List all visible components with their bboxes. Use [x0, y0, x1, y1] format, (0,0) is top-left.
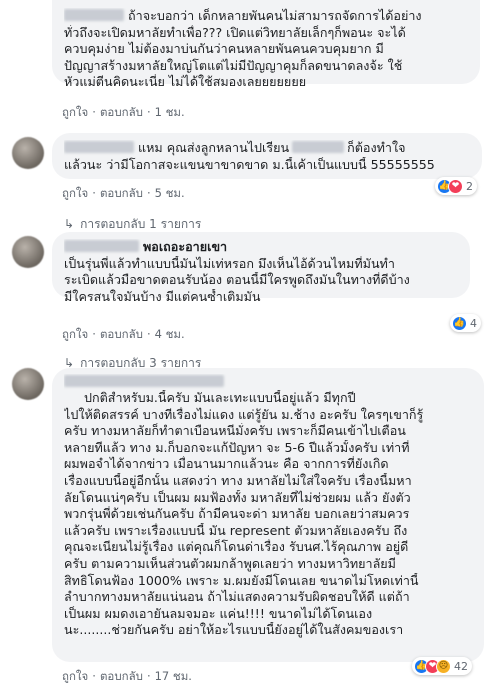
comment-text-line: นะ........ช่วยกันครับ อย่าให้อะไรแบบนี้ย… — [64, 622, 404, 638]
avatar[interactable] — [12, 137, 44, 169]
comment-text-line: หัวแม่ตีนคิดนะเนี่ย ไม่ได้ใช้สมองเลยยยยย… — [64, 74, 307, 90]
comment-bubble: ถ้าจะบอกว่า เด็กหลายพันคนไม่สามารถจัดการ… — [52, 0, 480, 89]
comment-text-line: ลำบากทางมหาลัยแน่นอน ถ้าไม่แสดงความรับผิ… — [64, 589, 410, 605]
comment-text-line: หลายทีแล้ว ทาง ม.ก็บอกจะแก้ปัญหา จะ 5-6 … — [64, 439, 410, 455]
commenter-name-redacted[interactable] — [64, 240, 139, 252]
comment-actions: ถูกใจ · ตอบกลับ · 17 ชม. — [62, 668, 192, 686]
comment-actions: ถูกใจ · ตอบกลับ · 4 ชม. — [62, 326, 185, 344]
commenter-name-redacted[interactable] — [64, 141, 134, 153]
sad-face-icon: ☹ — [436, 658, 451, 674]
commenter-name[interactable]: พอเถอะอายเขา — [143, 239, 227, 254]
comment-text-line: มีใครสนใจมันบ้าง มีแต่คนซ้ำเติมมัน — [64, 288, 261, 304]
reply-link[interactable]: ตอบกลับ — [100, 326, 143, 344]
redacted-text — [292, 141, 345, 153]
comment-text-line: แล้วนะ ว่ามีโอกาสจะแขนขาขาดขาด ม.นี้เค้า… — [64, 156, 435, 172]
comment-text-line: ผมพอจำได้จากข่าว เมื่อนานมากแล้วนะ คือ จ… — [64, 456, 389, 472]
heart-icon: ❤ — [448, 178, 463, 194]
comment-text-line: ลัยโดนแน่ๆครับ เป็นผม ผมฟ้องทั้ง มหาลัยท… — [64, 489, 411, 505]
like-link[interactable]: ถูกใจ — [62, 185, 88, 203]
timestamp[interactable]: 1 ชม. — [155, 104, 185, 122]
timestamp[interactable]: 5 ชม. — [155, 185, 185, 203]
like-link[interactable]: ถูกใจ — [62, 668, 88, 686]
comment-bubble: พอเถอะอายเขา เป็นรุ่นพี่แล้วทำแบบนี้มันไ… — [52, 232, 470, 304]
reaction-summary[interactable]: 👍 4 — [450, 314, 481, 332]
comment-text-line: ครับ ตามความเห็นส่วนตัวผมกล้าพูดเลยว่า ท… — [64, 555, 396, 571]
thumbs-up-icon: 👍 — [452, 315, 467, 331]
comment-text-line: ปกติสำหรับม.นี้ครับ มันเละเทะแบบนี้อยู่แ… — [84, 390, 356, 405]
commenter-name-redacted[interactable] — [64, 375, 224, 387]
comment-text-line: ถ้าจะบอกว่า เด็กหลายพันคนไม่สามารถจัดการ… — [64, 8, 468, 25]
reply-link[interactable]: ตอบกลับ — [100, 104, 143, 122]
comment-text-line: ควบคุมง่าย ไม่ต้องมาบ่นกันว่าคนหลายพันคน… — [64, 41, 384, 57]
reaction-summary[interactable]: 👍 ❤ 2 — [435, 177, 477, 195]
reaction-count: 2 — [466, 179, 473, 193]
comment-text-line: ครับ ทางมหาลัยก็ทำตาเบือนหนีมั่งครับ เพร… — [64, 423, 406, 439]
reply-link[interactable]: ตอบกลับ — [100, 668, 143, 686]
reply-arrow-icon: ↳ — [64, 217, 75, 231]
comment-text-line: พวกรุ่นพี่ด้วยเช่นกันครับ ถ้ามีคนจะด่า ม… — [64, 506, 410, 522]
comment-text-line: แล้วครับ เพราะเรื่องแบบนี้ มัน represent… — [64, 522, 408, 538]
avatar[interactable] — [12, 368, 44, 400]
comment-text-line: แหม คุณส่งลูกหลานไปเรียน ก็ต้องทำใจ — [64, 140, 470, 157]
reaction-count: 42 — [454, 659, 468, 673]
commenter-name-redacted[interactable] — [64, 9, 124, 21]
comment-text-line: พอเถอะอายเขา — [64, 239, 458, 256]
comment-text-line: ระเบิดแล้วมือขาดตอนรับน้อง ตอนนี้มีใครพู… — [64, 272, 410, 288]
comment-bubble: ปกติสำหรับม.นี้ครับ มันเละเทะแบบนี้อยู่แ… — [52, 368, 484, 662]
reaction-count: 4 — [470, 316, 477, 330]
comment-text-line: ปัญญาสร้างมหาลัยใหญ่โตแต่ไม่มีปัญญาคุมก็… — [64, 57, 403, 73]
comment-bubble: แหม คุณส่งลูกหลานไปเรียน ก็ต้องทำใจ แล้วน… — [52, 133, 482, 179]
reaction-summary[interactable]: 👍 ❤ ☹ 42 — [412, 657, 472, 675]
comment-actions: ถูกใจ · ตอบกลับ · 5 ชม. — [62, 185, 185, 203]
avatar[interactable] — [12, 236, 44, 268]
comment-text-line: เป็นผม ผมดงเอายันลมจมอะ แค่น!!!! ขนาดไม่… — [64, 605, 373, 621]
comment-text-line: เรื่องแบบนี้อยู่อีกนั้น แสดงว่า ทาง มหาล… — [64, 472, 412, 488]
comment-text-line: คุณจะเนียนไม่รู้เรื่อง แต่คุณก็โดนด่าเรื… — [64, 539, 409, 555]
comment-text-line: ไปให้ติดสรรค์ บางทีเรื่องไม่แดง แต่รู้ยั… — [64, 406, 424, 422]
comment-text-line: ทั่วถึงจะเปิดมหาลัยทำเพื่อ??? เปิดแต่วิท… — [64, 24, 406, 40]
timestamp[interactable]: 17 ชม. — [155, 668, 192, 686]
comment-text-line: สิทธิโดนฟ้อง 1000% เพราะ ม.ผมยังมีโดนเลย… — [64, 572, 419, 588]
like-link[interactable]: ถูกใจ — [62, 104, 88, 122]
reply-link[interactable]: ตอบกลับ — [100, 185, 143, 203]
comment-text-line — [64, 374, 472, 390]
like-link[interactable]: ถูกใจ — [62, 326, 88, 344]
comment-actions: ถูกใจ · ตอบกลับ · 1 ชม. — [62, 104, 185, 122]
timestamp[interactable]: 4 ชม. — [155, 326, 185, 344]
comment-text-line: เป็นรุ่นพี่แล้วทำแบบนี้มันไม่เท่หรอก มึง… — [64, 255, 395, 271]
